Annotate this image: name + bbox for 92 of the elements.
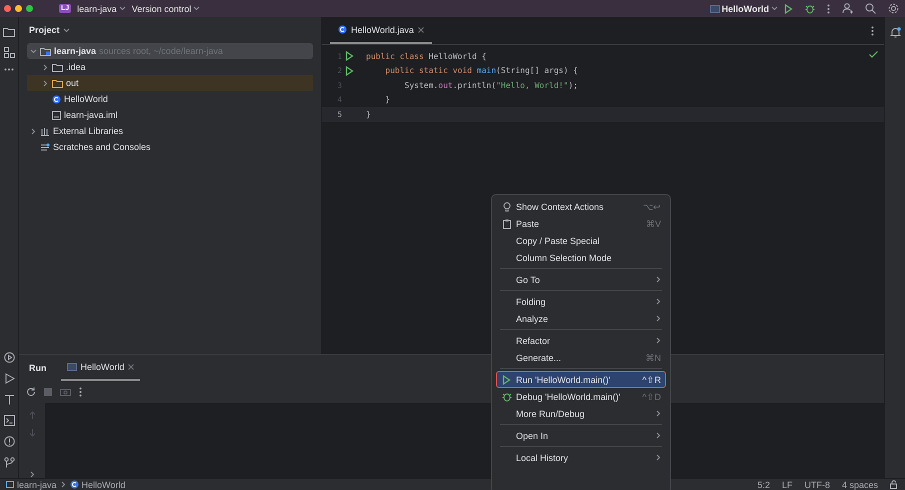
breadcrumb[interactable]: learn-java — [6, 480, 57, 490]
structure-icon[interactable] — [4, 47, 14, 58]
clipboard-icon — [502, 218, 510, 228]
menu-item[interactable]: Local History — [496, 449, 666, 466]
class-icon — [70, 480, 79, 489]
run-config-selector[interactable]: HelloWorld — [710, 4, 778, 14]
chevron-right-icon — [30, 471, 34, 478]
indent-setting[interactable]: 4 spaces — [842, 480, 878, 490]
run-icon — [502, 374, 511, 384]
file-icon — [52, 110, 61, 120]
run-gutter-icon[interactable] — [345, 51, 354, 62]
project-selector[interactable]: learn-java — [77, 4, 126, 14]
chevron-right-icon — [42, 80, 48, 86]
more-icon[interactable] — [79, 387, 82, 397]
search-icon[interactable] — [865, 3, 876, 14]
menu-item[interactable]: Show Context Actions ⌥↩ — [496, 198, 666, 215]
menu-item[interactable]: Copy / Paste Special — [496, 232, 666, 249]
tree-item[interactable]: learn-java.iml — [27, 107, 313, 123]
panel-title: Project — [29, 25, 60, 35]
code-line: } — [366, 110, 371, 119]
caret-position[interactable]: 5:2 — [757, 480, 770, 490]
chevron-down-icon — [118, 6, 126, 11]
class-icon — [338, 25, 347, 34]
menu-item[interactable]: Folding — [496, 293, 666, 310]
shortcut: ^⇧R — [642, 374, 661, 384]
shortcut: ^⇧D — [642, 392, 661, 402]
chevron-down-icon — [62, 28, 70, 32]
bug-icon — [805, 4, 815, 14]
tree-item[interactable]: External Libraries — [27, 123, 313, 139]
tree-item[interactable]: HelloWorld — [27, 91, 313, 107]
menu-item[interactable]: Run 'HelloWorld.main()' ^⇧R — [496, 371, 666, 388]
shortcut: ⌥↩ — [643, 202, 661, 212]
tree-item[interactable]: out — [27, 75, 313, 91]
module-icon — [6, 481, 14, 488]
shortcut: ⌘V — [646, 218, 661, 228]
module-folder-icon — [40, 46, 51, 56]
more-icon[interactable] — [4, 68, 14, 71]
bell-icon[interactable] — [890, 27, 900, 38]
lock-icon[interactable] — [890, 480, 899, 489]
more-icon[interactable] — [871, 26, 874, 36]
scratch-icon — [40, 142, 50, 152]
menu-item[interactable]: Go To — [496, 271, 666, 288]
tree-item[interactable]: .idea — [27, 59, 313, 75]
menu-item[interactable]: Analyze — [496, 310, 666, 327]
chevron-right-icon — [30, 128, 36, 134]
add-user-icon[interactable] — [842, 3, 853, 14]
rerun-icon[interactable] — [26, 387, 36, 397]
window-icon — [710, 4, 720, 12]
terminal-icon[interactable] — [4, 415, 14, 426]
close-icon[interactable] — [128, 364, 134, 370]
close-icon[interactable] — [418, 26, 424, 32]
run-gutter-icon[interactable] — [345, 66, 354, 76]
folder-icon[interactable] — [3, 27, 15, 37]
lightbulb-icon — [502, 202, 510, 212]
menu-item[interactable]: Paste ⌘V — [496, 215, 666, 232]
run-icon[interactable] — [4, 373, 14, 384]
menu-item[interactable]: Generate... ⌘N — [496, 349, 666, 366]
window-icon — [66, 363, 76, 371]
shortcut: ⌘N — [646, 352, 661, 362]
check-icon — [869, 51, 878, 58]
chevron-right-icon — [42, 64, 48, 70]
folder-icon — [52, 78, 63, 88]
code-line: public static void main(String[] args) { — [384, 66, 578, 76]
chevron-down-icon — [193, 6, 200, 11]
run-circle-icon[interactable] — [4, 352, 14, 363]
code-line: public class HelloWorld { — [366, 52, 486, 61]
file-encoding[interactable]: UTF-8 — [804, 480, 830, 490]
code-line: } — [384, 95, 390, 104]
breadcrumb[interactable]: HelloWorld — [70, 480, 126, 490]
folder-icon — [52, 62, 63, 72]
class-icon — [52, 94, 61, 104]
panel-title: Run — [29, 362, 46, 375]
run-icon — [784, 4, 793, 14]
line-ending[interactable]: LF — [782, 480, 792, 490]
menu-item[interactable]: Debug 'HelloWorld.main()' ^⇧D — [496, 388, 666, 405]
chevron-right-icon — [60, 481, 66, 488]
warning-circle-icon[interactable] — [4, 436, 14, 447]
menu-item[interactable]: Refactor — [496, 332, 666, 349]
editor-tab[interactable]: HelloWorld.java — [330, 17, 432, 44]
menu-item[interactable]: Column Selection Mode — [496, 249, 666, 266]
more-icon[interactable] — [827, 4, 830, 14]
git-branch-icon[interactable] — [4, 457, 14, 468]
tree-item[interactable]: Scratches and Consoles — [27, 139, 313, 155]
library-icon — [40, 126, 50, 136]
chevron-down-icon — [30, 48, 36, 54]
code-line: System.out.println("Hello, World!"); — [404, 80, 578, 90]
menu-item[interactable]: More Run/Debug — [496, 405, 666, 422]
bug-icon — [502, 392, 512, 402]
vcs-selector[interactable]: Version control — [132, 4, 200, 14]
settings-icon[interactable] — [888, 3, 899, 14]
chevron-down-icon — [771, 6, 778, 11]
menu-item[interactable]: Open In — [496, 427, 666, 444]
